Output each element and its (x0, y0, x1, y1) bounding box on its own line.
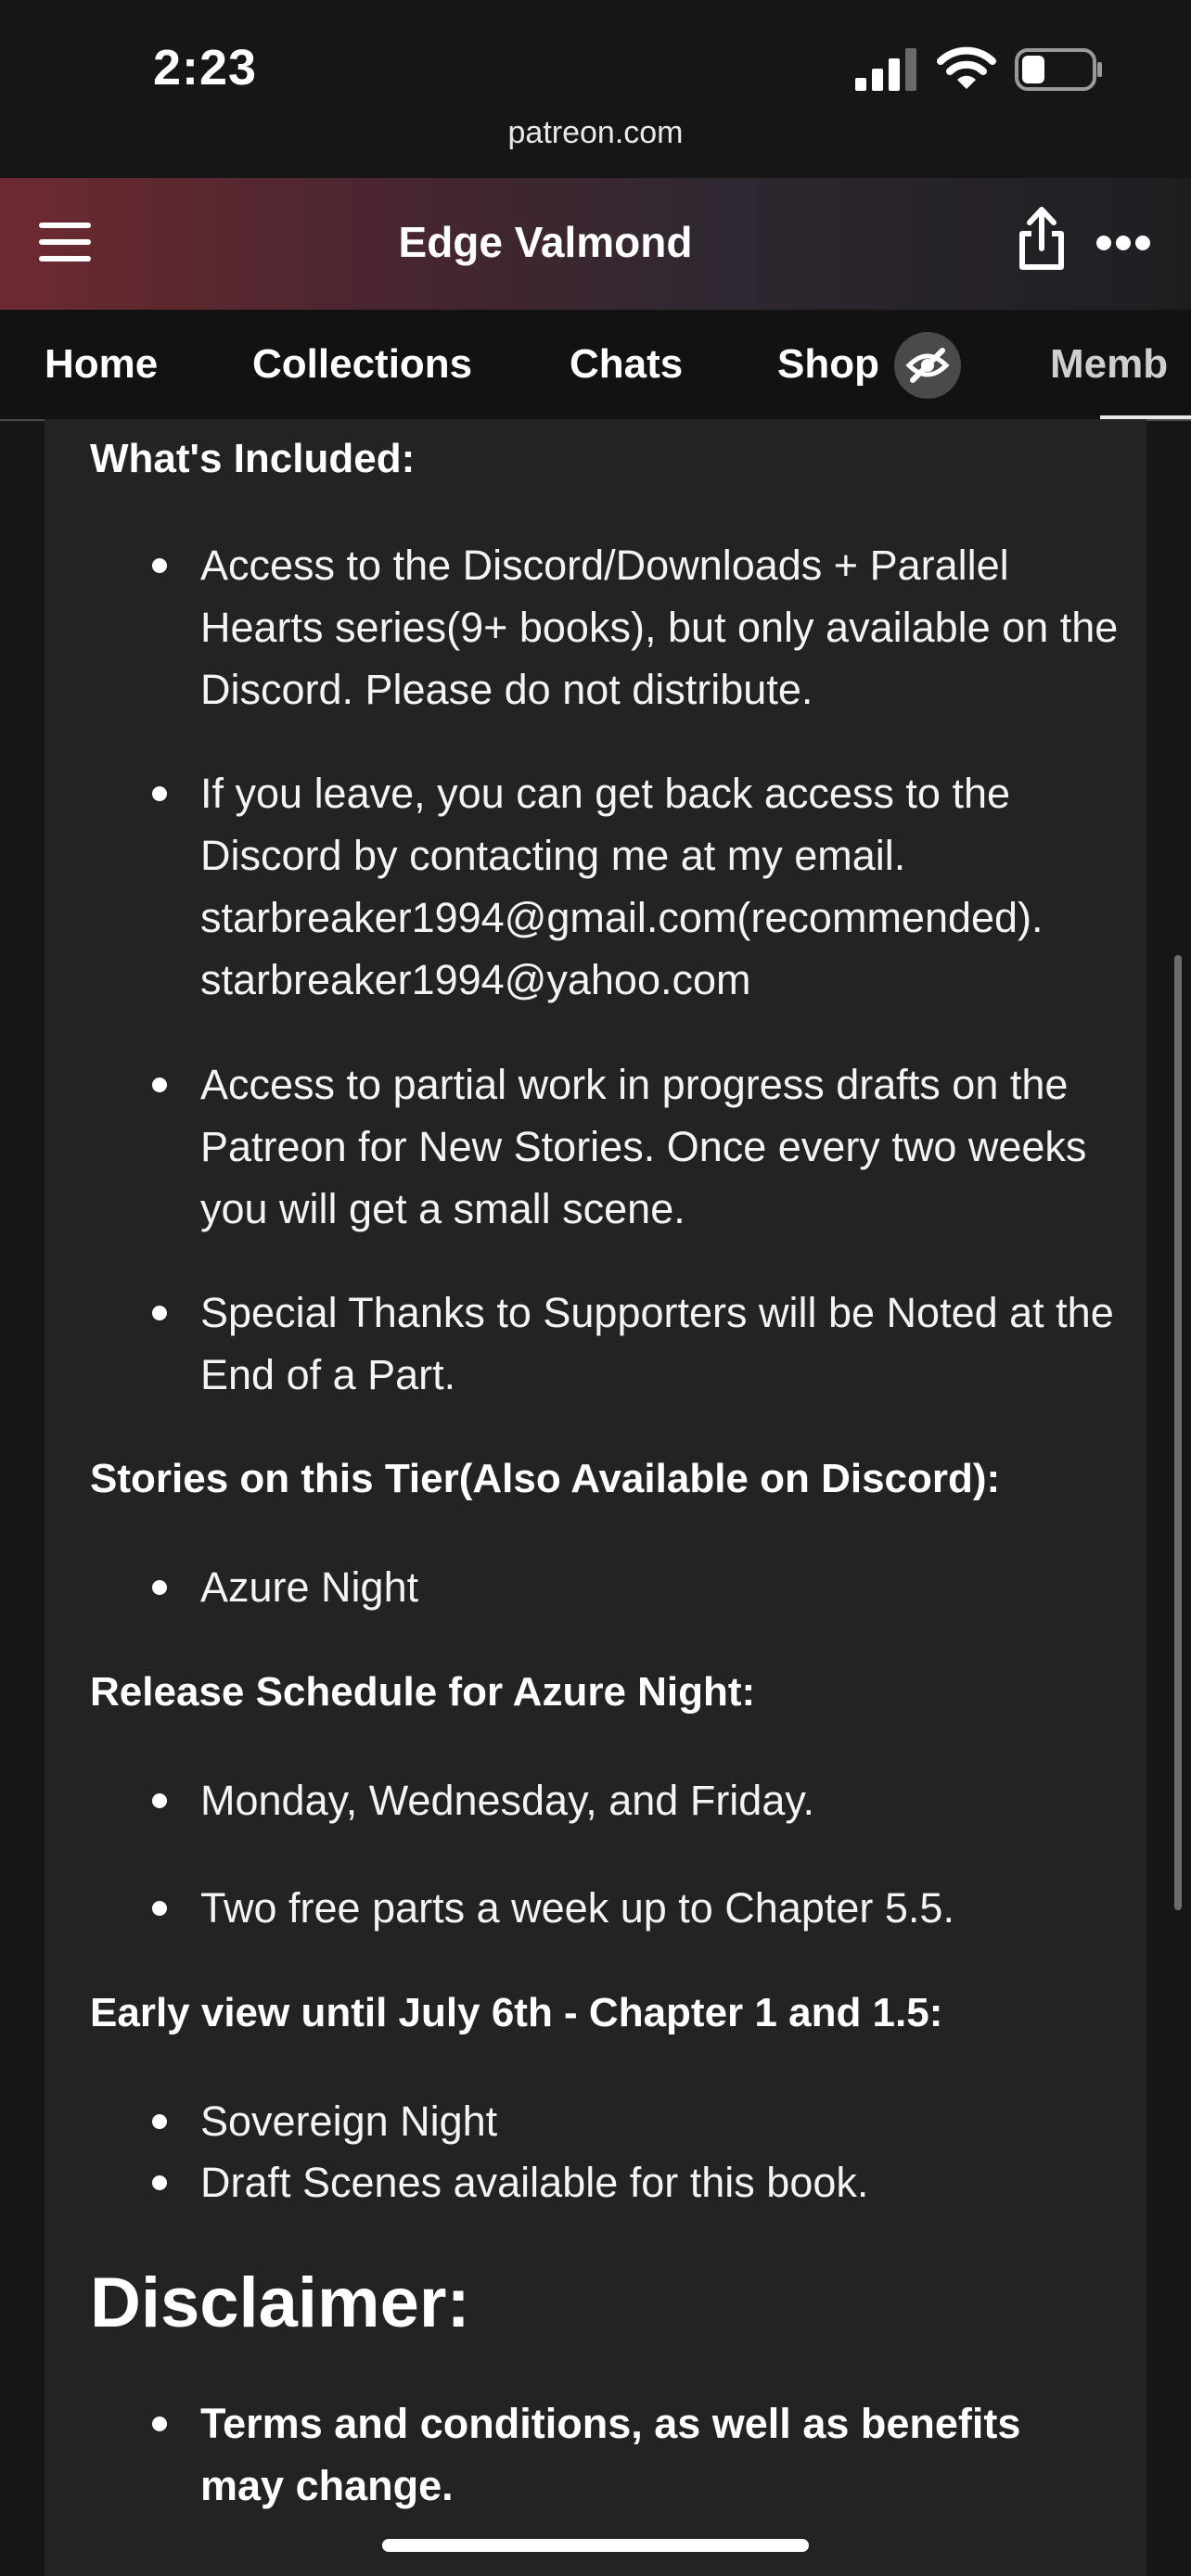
early-view-heading: Early view until July 6th - Chapter 1 an… (90, 1990, 943, 2035)
included-item-3: Access to partial work in progress draft… (200, 1061, 1087, 1232)
status-time: 2:23 (153, 40, 258, 96)
creator-name: Edge Valmond (398, 218, 693, 266)
bullet (152, 1901, 167, 1916)
url-bar[interactable]: patreon.com (0, 115, 1191, 151)
scrollbar[interactable] (1174, 955, 1182, 1910)
signal-icon (855, 48, 916, 91)
tab-members[interactable]: Memb (1050, 341, 1168, 388)
early-item-1: Sovereign Night (200, 2098, 498, 2145)
early-item-2: Draft Scenes available for this book. (200, 2159, 869, 2206)
bullet (152, 1580, 167, 1595)
battery-icon (1015, 48, 1102, 91)
home-indicator[interactable] (382, 2539, 809, 2552)
share-icon[interactable] (1015, 206, 1069, 271)
creator-header: Edge Valmond (0, 178, 1191, 310)
bullet (152, 786, 167, 801)
tab-home[interactable]: Home (45, 341, 158, 388)
bullet (152, 558, 167, 573)
tab-shop[interactable]: Shop (777, 341, 879, 388)
bullet (152, 2175, 167, 2190)
bullet (152, 1306, 167, 1320)
disclaimer-item-1: Terms and conditions, as well as benefit… (200, 2400, 1021, 2509)
wifi-icon (937, 46, 996, 89)
stories-heading: Stories on this Tier(Also Available on D… (90, 1456, 1001, 1501)
included-item-2: If you leave, you can get back access to… (200, 770, 1044, 1003)
included-item-1: Access to the Discord/Downloads + Parall… (200, 542, 1119, 713)
tab-collections[interactable]: Collections (252, 341, 472, 388)
more-icon[interactable] (1095, 232, 1152, 254)
story-item-1: Azure Night (200, 1563, 419, 1611)
release-item-2: Two free parts a week up to Chapter 5.5. (200, 1884, 954, 1932)
release-heading: Release Schedule for Azure Night: (90, 1669, 756, 1715)
bullet (152, 2114, 167, 2129)
eye-off-icon (894, 332, 961, 399)
bullet (152, 1078, 167, 1092)
included-item-4: Special Thanks to Supporters will be Not… (200, 1289, 1114, 1398)
disclaimer-heading: Disclaimer: (90, 2264, 470, 2342)
release-item-1: Monday, Wednesday, and Friday. (200, 1777, 815, 1824)
tab-chats[interactable]: Chats (570, 341, 683, 388)
bullet (152, 2417, 167, 2431)
status-bar: 2:23 patreon.com (0, 0, 1191, 178)
tab-bar: Home Collections Chats Shop Memb (0, 310, 1191, 421)
whats-included-heading: What's Included: (90, 436, 416, 481)
bullet (152, 1793, 167, 1808)
